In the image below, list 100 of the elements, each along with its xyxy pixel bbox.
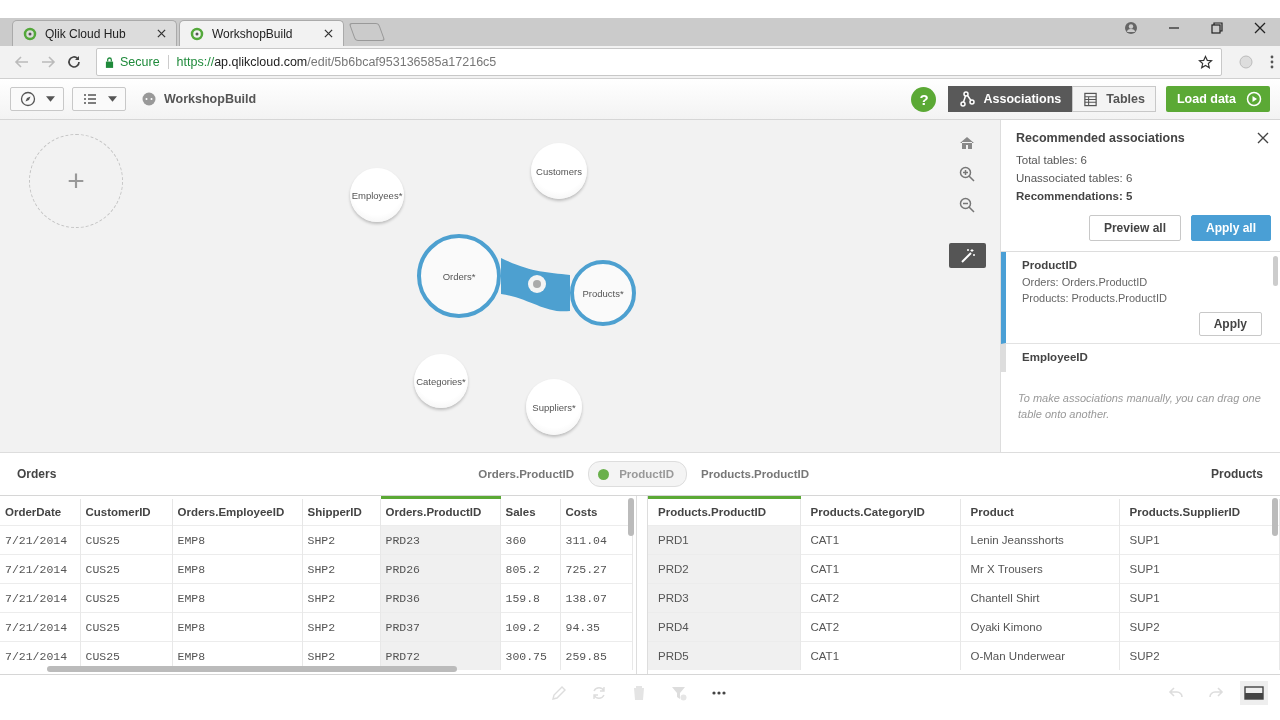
table-cell: PRD72 — [380, 641, 500, 670]
column-header[interactable]: ShipperID — [302, 497, 380, 526]
view-toggle-button[interactable]: Associations — [948, 86, 1073, 112]
navigation-dropdown[interactable] — [10, 87, 64, 111]
column-header[interactable]: Sales — [500, 497, 560, 526]
table-cell: CUS25 — [80, 612, 172, 642]
table-cell: Lenin Jeansshorts — [960, 525, 1119, 555]
scrollbar[interactable] — [1272, 498, 1278, 536]
table-cell: PRD4 — [648, 612, 800, 642]
url-text: https://ap.qlikcloud.com/edit/5b6bcaf953136585a17216c5 — [175, 55, 497, 69]
table-cell: CAT1 — [800, 641, 960, 670]
table-cell: PRD3 — [648, 583, 800, 613]
table-cell: SUP2 — [1119, 612, 1279, 642]
table-node[interactable]: Employees* — [350, 168, 404, 222]
app-icon — [142, 92, 156, 106]
preview-all-button[interactable]: Preview all — [1088, 215, 1181, 241]
close-icon[interactable] — [324, 29, 333, 38]
apply-button[interactable]: Apply — [1198, 312, 1262, 336]
play-icon — [1246, 91, 1262, 107]
table-cell: SHP2 — [302, 583, 380, 613]
column-header[interactable]: CustomerID — [80, 497, 172, 526]
table-cell: Chantell Shirt — [960, 583, 1119, 613]
view-toggle-button[interactable]: Tables — [1072, 86, 1156, 112]
table-node[interactable]: Categories* — [414, 354, 468, 408]
panel-title: Recommended associations — [1016, 131, 1186, 145]
table-cell: O-Man Underwear — [960, 641, 1119, 670]
table-cell: 138.07 — [560, 583, 632, 613]
table-cell: SUP1 — [1119, 583, 1279, 613]
table-cell: 7/21/2014 — [0, 525, 80, 555]
recommendations-button[interactable] — [949, 243, 986, 268]
table-cell: CUS25 — [80, 525, 172, 555]
table-cell: PRD26 — [380, 554, 500, 584]
table-cell: 7/21/2014 — [0, 612, 80, 642]
profile-icon[interactable] — [1124, 21, 1138, 35]
column-header[interactable]: Products.CategoryID — [800, 497, 960, 526]
column-header[interactable]: Orders.EmployeeID — [172, 497, 302, 526]
table-node[interactable]: Suppliers* — [526, 379, 582, 435]
column-header[interactable]: Product — [960, 497, 1119, 526]
table-cell: 109.2 — [500, 612, 560, 642]
table-cell: 300.75 — [500, 641, 560, 670]
table-cell: SUP1 — [1119, 554, 1279, 584]
field-name: Orders.ProductID — [478, 468, 575, 480]
recommendation-detail: Products: Products.ProductID — [1022, 291, 1168, 306]
table-cell: PRD23 — [380, 525, 500, 555]
table-name: Products — [1211, 467, 1263, 481]
home-icon[interactable] — [959, 135, 975, 151]
recommendation-detail: Orders: Orders.ProductID — [1022, 275, 1149, 290]
table-node[interactable]: Customers — [531, 143, 587, 199]
field-name: Products.ProductID — [701, 468, 810, 480]
reload-icon[interactable] — [66, 54, 82, 70]
panel-toggle-button[interactable] — [1240, 681, 1268, 705]
table-cell: SHP2 — [302, 554, 380, 584]
restore-icon[interactable] — [1210, 21, 1224, 35]
scrollbar[interactable] — [628, 498, 634, 536]
key-field-name: ProductID — [619, 468, 675, 480]
table-cell: PRD36 — [380, 583, 500, 613]
wand-icon — [959, 247, 976, 264]
close-icon[interactable] — [1253, 21, 1267, 35]
scrollbar[interactable] — [1273, 256, 1278, 286]
table-cell: SHP2 — [302, 612, 380, 642]
close-icon[interactable] — [157, 29, 166, 38]
table-cell: Mr X Trousers — [960, 554, 1119, 584]
stat-text: Recommendations: 5 — [1015, 189, 1134, 204]
close-icon[interactable] — [1257, 132, 1269, 144]
table-cell: SUP2 — [1119, 641, 1279, 670]
panel-icon — [1244, 686, 1264, 700]
table-cell: CAT1 — [800, 525, 960, 555]
table-cell: 725.27 — [560, 554, 632, 584]
zoom-in-icon[interactable] — [959, 166, 975, 182]
table-cell: 805.2 — [500, 554, 560, 584]
table-cell: PRD37 — [380, 612, 500, 642]
caret-icon — [45, 96, 55, 102]
table-node[interactable]: Products* — [570, 260, 636, 326]
recommendation-item[interactable]: ProductID Orders: Orders.ProductID Products: Products.ProductID Apply — [1001, 252, 1280, 344]
star-icon[interactable] — [1198, 54, 1213, 70]
app-title: WorkshopBuild — [164, 92, 257, 106]
address-bar[interactable]: Secure https://ap.qlikcloud.com/edit/5b6bcaf953136585a17216c5 — [96, 48, 1222, 76]
zoom-out-icon[interactable] — [959, 197, 975, 213]
column-header[interactable]: OrderDate — [0, 497, 80, 526]
table-node[interactable]: Orders* — [417, 234, 501, 318]
recommendation-item[interactable]: EmployeeID — [1001, 344, 1280, 372]
table-cell: PRD1 — [648, 525, 800, 555]
menu-dropdown[interactable] — [72, 87, 126, 111]
circle-logo-icon — [23, 26, 37, 41]
browser-tab[interactable]: Qlik Cloud Hub — [12, 20, 177, 46]
table-cell: 7/21/2014 — [0, 583, 80, 613]
stat-text: Total tables: 6 — [1015, 153, 1088, 168]
table-cell: 259.85 — [560, 641, 632, 670]
table-cell: 360 — [500, 525, 560, 555]
scrollbar[interactable] — [47, 666, 457, 672]
table-cell: 159.8 — [500, 583, 560, 613]
lock-icon — [105, 56, 114, 68]
browser-tab[interactable]: WorkshopBuild — [179, 20, 344, 46]
compass-icon — [19, 91, 36, 107]
circle-logo-icon — [190, 26, 204, 41]
stat-text: Unassociated tables: 6 — [1015, 171, 1134, 186]
table-name: Orders — [17, 467, 57, 481]
association-drawing[interactable] — [501, 258, 570, 312]
table-cell: SHP2 — [302, 525, 380, 555]
table-cell: CAT2 — [800, 583, 960, 613]
